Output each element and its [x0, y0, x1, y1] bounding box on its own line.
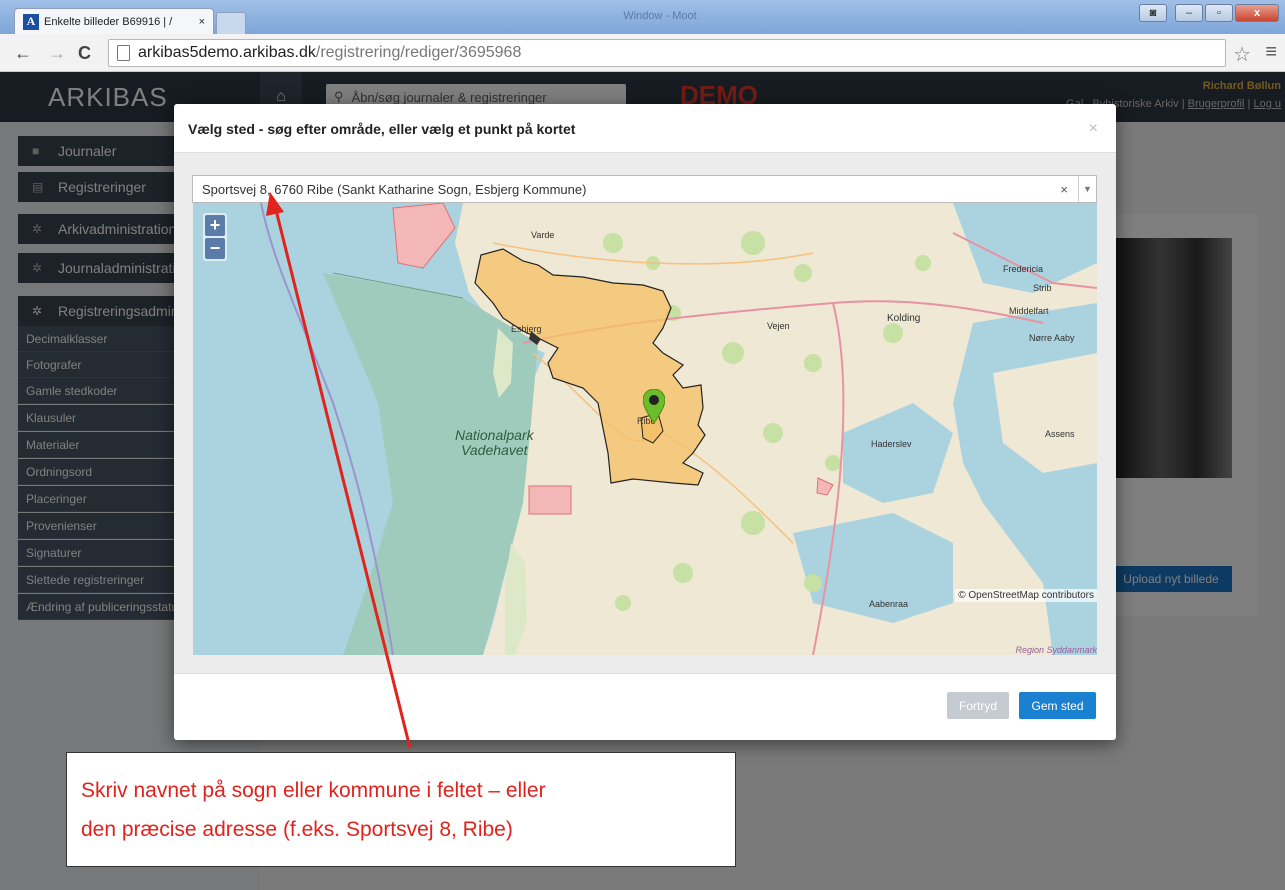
maximize-icon[interactable]: ▫: [1205, 4, 1233, 22]
place-search-input[interactable]: Sportsvej 8, 6760 Ribe (Sankt Katharine …: [192, 175, 1097, 203]
arkibas-favicon-icon: A: [23, 13, 39, 30]
map[interactable]: + − Varde Esbjerg Vejen Kolding Frederic…: [193, 203, 1097, 655]
page-icon: [117, 45, 130, 61]
map-label-aabenraa: Aabenraa: [869, 599, 909, 609]
dialog-title: Vælg sted - søg efter område, eller vælg…: [188, 121, 576, 137]
url-host: arkibas5demo.arkibas.dk: [138, 44, 316, 61]
tab-close-icon[interactable]: ×: [199, 16, 205, 28]
reload-icon[interactable]: C: [78, 43, 91, 64]
browser-tab[interactable]: A Enkelte billeder B69916 | / ×: [14, 8, 214, 34]
zoom-in-button[interactable]: +: [205, 215, 225, 236]
window-controls: ◙ – ▫ x: [1139, 4, 1279, 22]
map-label-vejen: Vejen: [767, 321, 790, 331]
map-label-varde: Varde: [531, 230, 555, 240]
map-label-assens: Assens: [1045, 429, 1075, 439]
map-label-norre-aaby: Nørre Aaby: [1029, 333, 1075, 343]
nationalpark-line-2: Vadehavet: [461, 442, 528, 458]
browser-menu-icon[interactable]: ≡: [1265, 41, 1277, 64]
map-tiles: [193, 203, 1097, 655]
back-arrow-icon[interactable]: ←: [14, 43, 32, 64]
map-label-kolding: Kolding: [887, 313, 921, 324]
place-value: Sportsvej 8, 6760 Ribe (Sankt Katharine …: [202, 181, 587, 197]
address-bar: ← → C arkibas5demo.arkibas.dk/registreri…: [0, 34, 1285, 72]
map-label-fredericia: Fredericia: [1003, 264, 1044, 274]
choose-place-dialog: Vælg sted - søg efter område, eller vælg…: [174, 104, 1116, 740]
map-label-strib: Strib: [1033, 283, 1052, 293]
nationalpark-line-1: Nationalpark: [455, 427, 534, 443]
location-marker-icon[interactable]: [643, 389, 665, 423]
map-label-middelfart: Middelfart: [1009, 306, 1049, 316]
map-attribution[interactable]: © OpenStreetMap contributors: [955, 589, 1097, 602]
close-window-icon[interactable]: x: [1235, 4, 1279, 22]
dialog-footer: Fortryd Gem sted: [174, 674, 1116, 740]
map-label-haderslev: Haderslev: [871, 439, 912, 449]
profile-icon[interactable]: ◙: [1139, 4, 1167, 22]
dialog-body: Sportsvej 8, 6760 Ribe (Sankt Katharine …: [174, 152, 1116, 674]
tab-title: Enkelte billeder B69916 | /: [44, 15, 173, 28]
clear-icon[interactable]: ×: [1060, 182, 1068, 197]
dropdown-caret-icon[interactable]: ▼: [1078, 176, 1096, 202]
browser-tab-bar: A Enkelte billeder B69916 | / × Window -…: [0, 0, 1285, 34]
callout-line-2: den præcise adresse (f.eks. Sportsvej 8,…: [81, 818, 513, 841]
window-title: Window - Moot: [623, 10, 697, 22]
url-path: /registrering/rediger/3695968: [315, 44, 522, 61]
zoom-controls: + −: [203, 213, 227, 261]
minimize-icon[interactable]: –: [1175, 4, 1203, 22]
map-label-esbjerg: Esbjerg: [511, 324, 542, 334]
save-place-button[interactable]: Gem sted: [1019, 692, 1096, 719]
map-label-nationalpark: Nationalpark Vadehavet: [455, 428, 534, 458]
url-field[interactable]: arkibas5demo.arkibas.dk/registrering/red…: [108, 39, 1226, 67]
cancel-button[interactable]: Fortryd: [947, 692, 1009, 719]
instruction-callout: Skriv navnet på sogn eller kommune i fel…: [66, 752, 736, 867]
forward-arrow-icon[interactable]: →: [48, 43, 66, 64]
screen: A Enkelte billeder B69916 | / × Window -…: [0, 0, 1285, 890]
new-tab-button[interactable]: [216, 12, 246, 34]
callout-line-1: Skriv navnet på sogn eller kommune i fel…: [81, 779, 546, 802]
bookmark-star-icon[interactable]: ☆: [1233, 42, 1251, 67]
zoom-out-button[interactable]: −: [205, 238, 225, 259]
dialog-close-icon[interactable]: ×: [1089, 120, 1098, 138]
map-label-region: Region Syddanmark: [1015, 645, 1097, 655]
